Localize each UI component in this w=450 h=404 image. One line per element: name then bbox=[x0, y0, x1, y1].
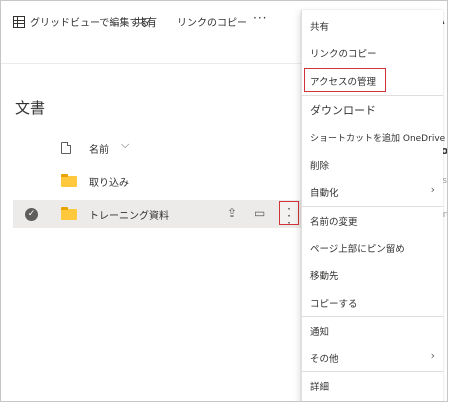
list-header: 名前 ⌵ bbox=[15, 135, 301, 161]
copy-link-button[interactable]: リンクのコピー bbox=[177, 14, 247, 29]
menu-item-share[interactable]: 共有 bbox=[302, 12, 443, 38]
page-title: 文書 bbox=[15, 99, 46, 117]
menu-item-automate[interactable]: 自動化 › bbox=[302, 178, 443, 204]
menu-item-more[interactable]: その他 › bbox=[302, 344, 443, 370]
chevron-down-icon[interactable]: ⌵ bbox=[121, 138, 129, 152]
folder-icon bbox=[61, 174, 77, 187]
item-name[interactable]: 取り込み bbox=[89, 174, 129, 189]
share-label: 共有 bbox=[135, 16, 157, 29]
folder-icon bbox=[61, 207, 77, 220]
menu-item-label: 自動化 bbox=[310, 188, 339, 199]
menu-item-label: コピーする bbox=[310, 299, 358, 310]
menu-item-copy-to[interactable]: コピーする bbox=[302, 289, 443, 315]
grid-edit-label: グリッドビューで編集する bbox=[30, 18, 150, 29]
checkmark-icon[interactable]: ✓ bbox=[25, 208, 38, 221]
menu-item-rename[interactable]: 名前の変更 bbox=[302, 207, 443, 233]
menu-item-label: 削除 bbox=[310, 161, 330, 172]
menu-item-delete[interactable]: 削除 bbox=[302, 151, 443, 177]
share-icon[interactable]: ⇪ bbox=[227, 206, 237, 220]
chevron-right-icon: › bbox=[430, 349, 435, 362]
grid-edit-button[interactable]: グリッドビューで編集する bbox=[13, 14, 149, 29]
menu-item-label: 移動先 bbox=[310, 271, 339, 282]
menu-item-move-to[interactable]: 移動先 bbox=[302, 261, 443, 287]
chevron-right-icon: › bbox=[430, 183, 435, 196]
grid-icon bbox=[13, 15, 25, 28]
menu-item-notifications[interactable]: 通知 bbox=[302, 317, 443, 343]
column-header-name[interactable]: 名前 bbox=[89, 141, 109, 156]
file-type-icon bbox=[61, 142, 71, 154]
copy-link-label: リンクのコピー bbox=[177, 18, 247, 29]
more-commands-button[interactable]: ··· bbox=[253, 11, 267, 25]
menu-item-label: ショートカットを追加 OneDrive bbox=[310, 134, 446, 144]
menu-item-copy-link[interactable]: リンクのコピー bbox=[302, 39, 443, 65]
move-folder-icon[interactable]: ▭ bbox=[254, 206, 265, 220]
menu-item-label: 共有 bbox=[310, 22, 330, 33]
menu-item-label: ダウンロード bbox=[310, 104, 376, 117]
menu-item-label: その他 bbox=[310, 354, 339, 365]
menu-item-pin-to-top[interactable]: ページ上部にピン留め bbox=[302, 234, 443, 260]
menu-item-label: 通知 bbox=[310, 327, 330, 338]
toolbar-divider bbox=[1, 63, 301, 64]
context-menu: 共有 リンクのコピー アクセスの管理 ダウンロード ショートカットを追加 One… bbox=[301, 10, 446, 401]
menu-item-label: 詳細 bbox=[310, 382, 330, 393]
app-window: グリッドビューで編集する 共有 リンクのコピー ··· A 文書 名前 ⌵ 取り… bbox=[0, 0, 448, 402]
menu-item-label: ページ上部にピン留め bbox=[310, 244, 405, 255]
menu-item-add-shortcut[interactable]: ショートカットを追加 OneDrive bbox=[302, 124, 446, 150]
menu-item-label: 名前の変更 bbox=[310, 217, 358, 228]
share-button[interactable]: 共有 bbox=[135, 14, 157, 30]
more-icon: ··· bbox=[253, 11, 268, 25]
item-name[interactable]: トレーニング資料 bbox=[89, 207, 169, 222]
more-actions-button[interactable]: · · · bbox=[279, 201, 299, 229]
menu-item-label: リンクのコピー bbox=[310, 49, 377, 60]
list-item-selected[interactable]: ✓ トレーニング資料 ⇪ ▭ · · · bbox=[13, 200, 303, 229]
menu-item-details[interactable]: 詳細 bbox=[302, 372, 443, 398]
list-item[interactable]: 取り込み bbox=[13, 167, 303, 195]
menu-item-download[interactable]: ダウンロード bbox=[302, 96, 443, 122]
highlight-box bbox=[304, 68, 386, 92]
